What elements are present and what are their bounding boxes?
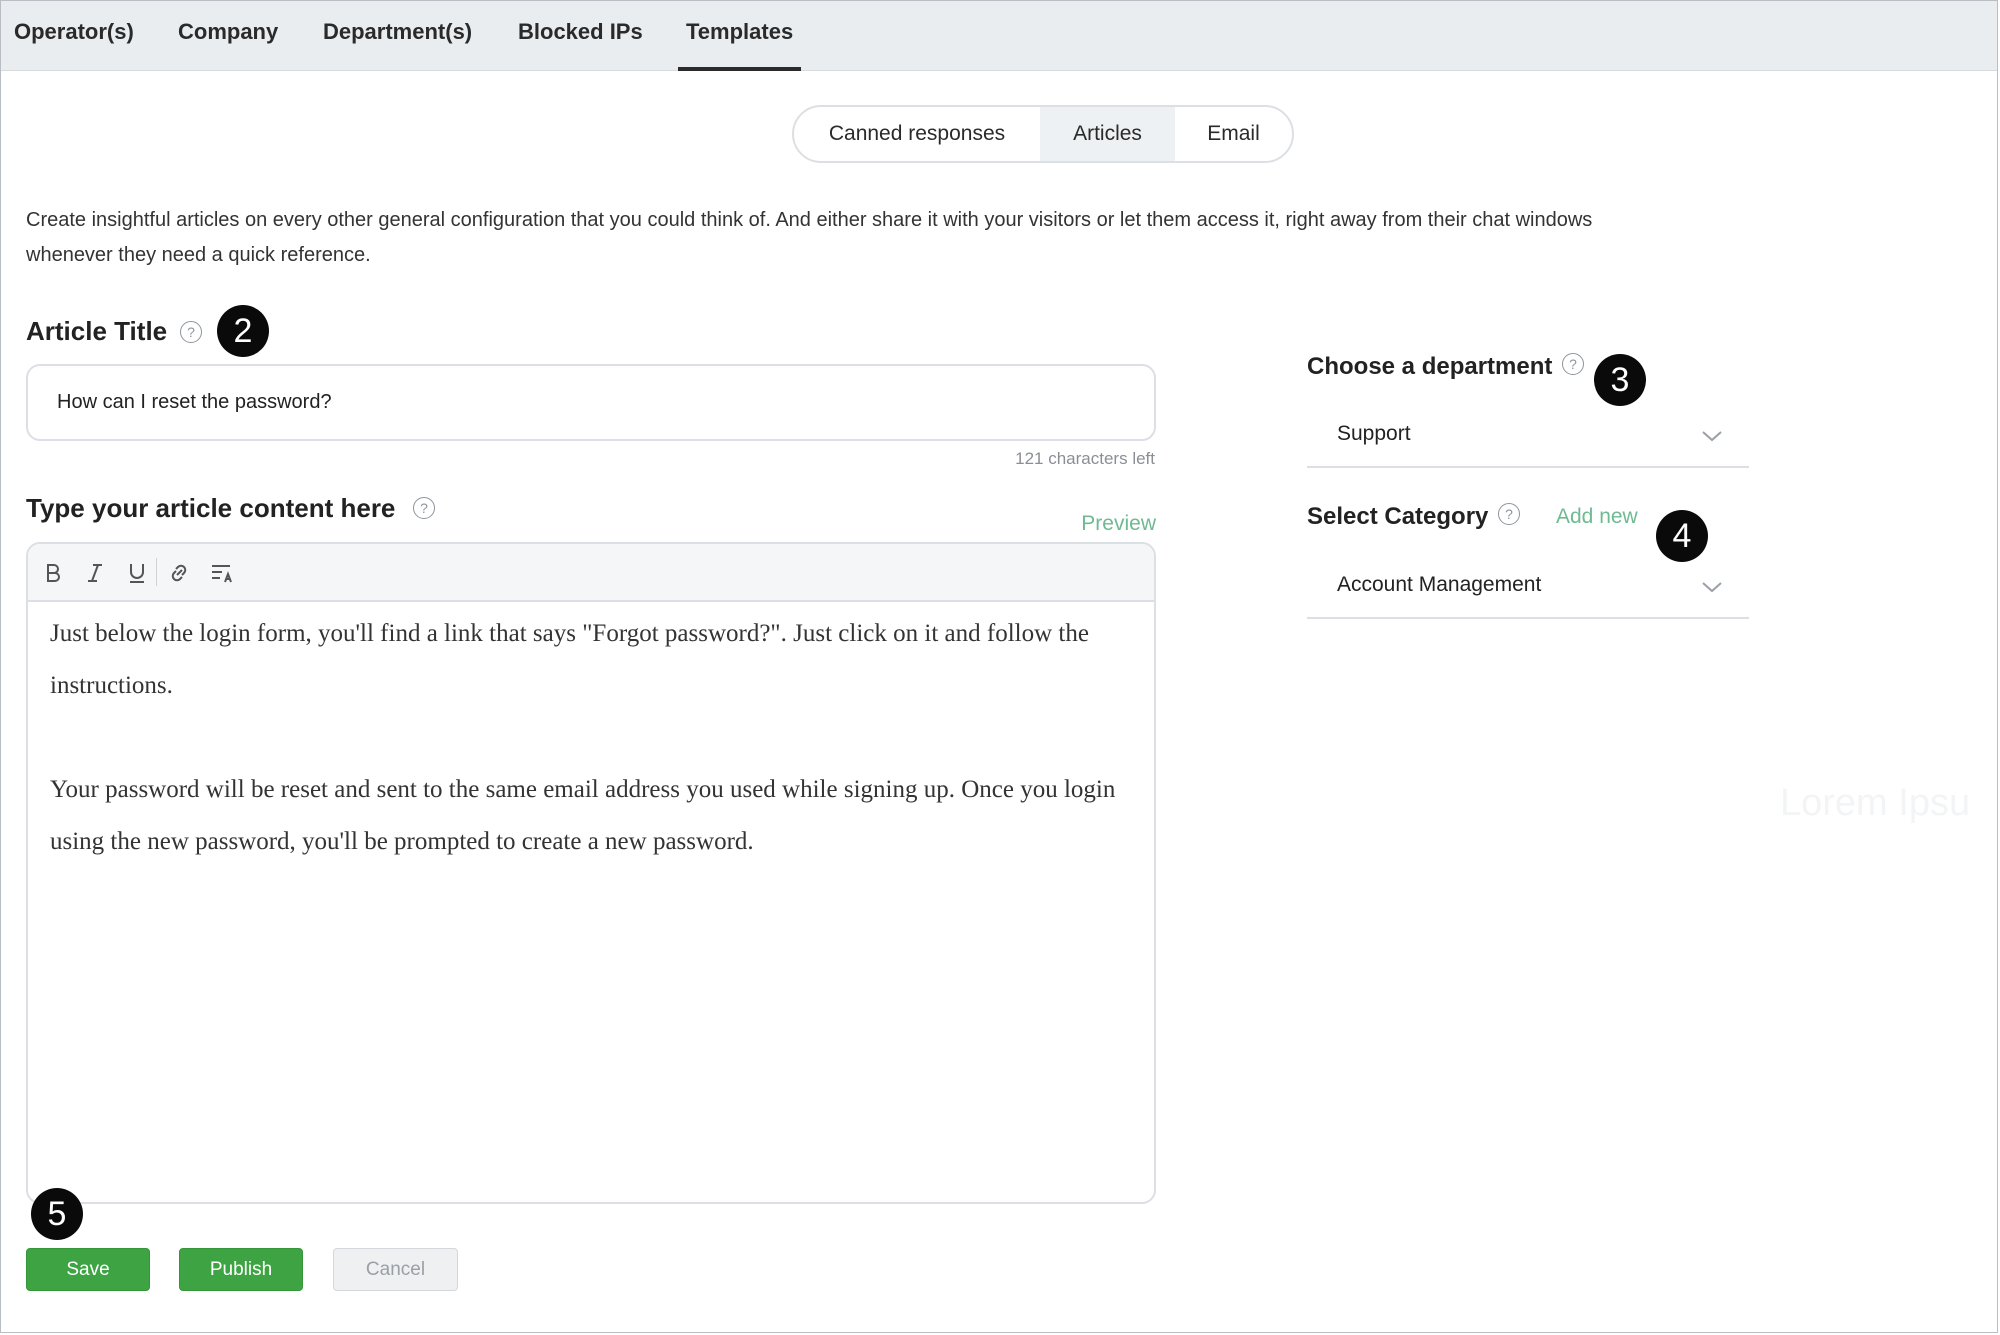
- category-help-icon[interactable]: ?: [1498, 503, 1520, 525]
- content-paragraph: Just below the login form, you'll find a…: [50, 620, 1089, 699]
- tab-operators[interactable]: Operator(s): [14, 1, 134, 71]
- article-title-help-icon[interactable]: ?: [180, 321, 202, 343]
- publish-button[interactable]: Publish: [179, 1248, 303, 1291]
- italic-icon[interactable]: [80, 558, 110, 588]
- tab-company[interactable]: Company: [178, 1, 278, 71]
- article-content-help-icon[interactable]: ?: [413, 497, 435, 519]
- article-title-label: Article Title: [26, 316, 168, 346]
- article-content-label: Type your article content here: [26, 493, 396, 523]
- article-title-input[interactable]: How can I reset the password?: [26, 364, 1156, 441]
- content-paragraph: Your password will be reset and sent to …: [50, 776, 1116, 855]
- bold-icon[interactable]: [38, 558, 68, 588]
- tab-blocked-ips[interactable]: Blocked IPs: [518, 1, 643, 71]
- top-nav: Operator(s) Company Department(s) Blocke…: [1, 1, 1997, 71]
- page-description: Create insightful articles on every othe…: [26, 209, 1593, 266]
- callout-badge-2: 2: [217, 305, 269, 357]
- callout-badge-4: 4: [1656, 510, 1708, 562]
- segment-email[interactable]: Email: [1175, 107, 1292, 161]
- template-type-switch: Canned responses Articles Email: [792, 105, 1294, 163]
- callout-badge-3: 3: [1594, 354, 1646, 406]
- department-selected-value: Support: [1337, 422, 1411, 445]
- text-format-icon[interactable]: [206, 558, 236, 588]
- article-editor[interactable]: Just below the login form, you'll find a…: [26, 542, 1156, 1204]
- tab-templates[interactable]: Templates: [677, 1, 802, 71]
- underline-icon[interactable]: [122, 558, 152, 588]
- characters-left-counter: 121 characters left: [1015, 449, 1155, 468]
- segment-canned-responses[interactable]: Canned responses: [794, 107, 1040, 161]
- callout-badge-5: 5: [31, 1188, 83, 1240]
- background-watermark-text: Lorem Ipsu: [1780, 782, 1971, 824]
- toolbar-divider: [156, 558, 157, 586]
- chevron-down-icon: [1702, 582, 1722, 593]
- cancel-button[interactable]: Cancel: [333, 1248, 458, 1291]
- category-label: Select Category: [1307, 503, 1489, 530]
- chevron-down-icon: [1702, 431, 1722, 442]
- save-button[interactable]: Save: [26, 1248, 150, 1291]
- department-select[interactable]: Support: [1307, 408, 1749, 468]
- editor-toolbar: [28, 544, 1154, 602]
- department-help-icon[interactable]: ?: [1562, 353, 1584, 375]
- preview-link[interactable]: Preview: [1081, 512, 1156, 536]
- add-new-category-link[interactable]: Add new: [1556, 505, 1638, 529]
- article-content-body[interactable]: Just below the login form, you'll find a…: [50, 608, 1140, 920]
- category-select[interactable]: Account Management: [1307, 559, 1749, 619]
- link-icon[interactable]: [164, 558, 194, 588]
- category-selected-value: Account Management: [1337, 573, 1542, 596]
- segment-articles[interactable]: Articles: [1040, 107, 1175, 161]
- tab-departments[interactable]: Department(s): [323, 1, 472, 71]
- department-label: Choose a department: [1307, 353, 1553, 380]
